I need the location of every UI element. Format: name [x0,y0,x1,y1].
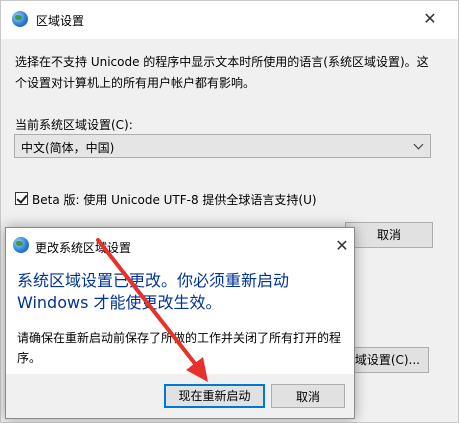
cancel-button[interactable]: 取消 [345,222,433,248]
close-icon[interactable]: ✕ [418,7,442,31]
globe-icon [12,11,28,27]
description-text: 选择在不支持 Unicode 的程序中显示文本时所使用的语言(系统区域设置)。这… [15,55,429,90]
locale-value: 中文(简体，中国) [21,141,115,155]
globe-icon [13,237,29,253]
change-locale-dialog: 更改系统区域设置 ✕ 系统区域设置已更改。你必须重新启动 Windows 才能使… [5,227,355,419]
locale-dropdown[interactable]: 中文(简体，中国) [14,134,431,158]
dialog-cancel-button[interactable]: 取消 [271,384,345,408]
chevron-down-icon [413,139,424,150]
window-title: 区域设置 [36,14,85,28]
utf8-checkbox[interactable] [15,192,28,205]
dialog-footer: 现在重新启动 取消 [6,374,354,418]
save-work-message: 请确保在重新启动前保存了所做的工作并关闭了所有打开的程 序。 [17,331,342,365]
utf8-checkbox-label: Beta 版: 使用 Unicode UTF-8 提供全球语言支持(U) [32,193,317,207]
restart-now-button[interactable]: 现在重新启动 [164,384,265,408]
restart-headline: 系统区域设置已更改。你必须重新启动 Windows 才能使更改生效。 [17,271,290,312]
locale-settings-button[interactable]: 域设置(C)... [345,347,429,373]
dialog-title: 更改系统区域设置 [35,241,132,255]
current-locale-label: 当前系统区域设置(C): [15,118,133,132]
close-icon[interactable]: ✕ [330,234,354,258]
